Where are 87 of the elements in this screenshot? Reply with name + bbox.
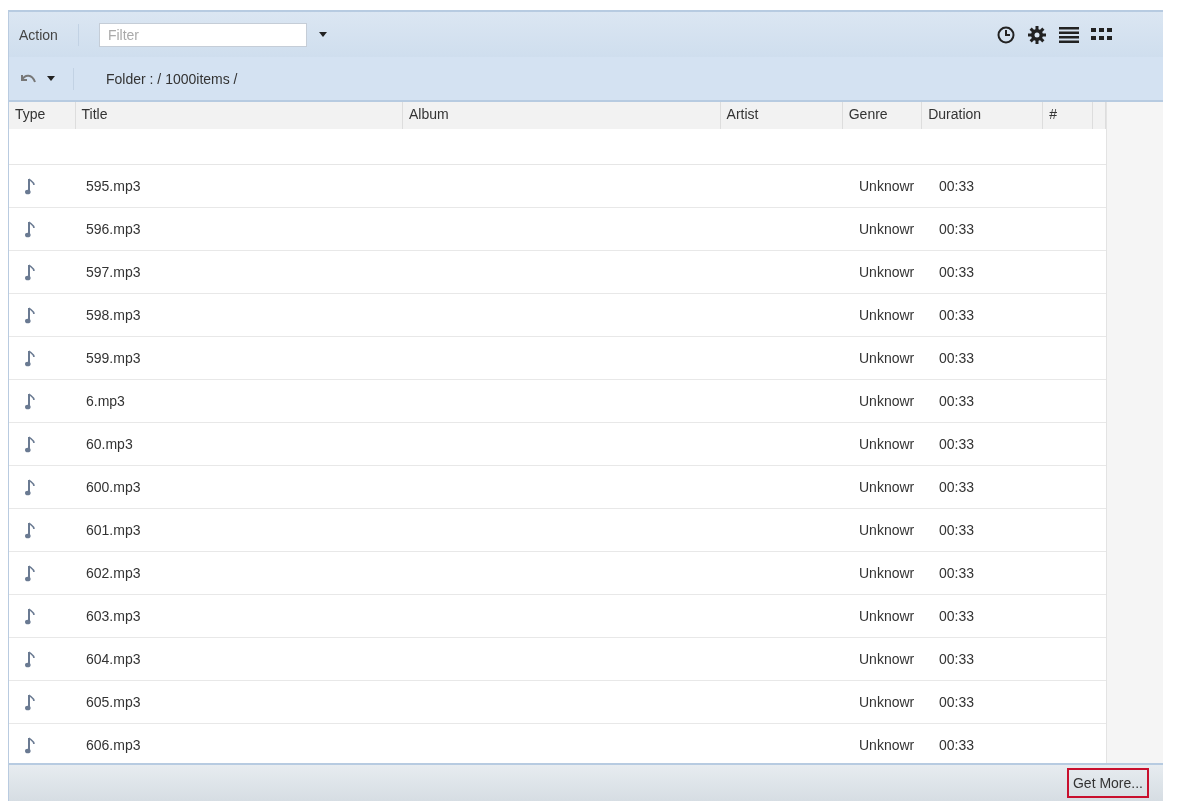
duration-text: 00:33 xyxy=(939,651,975,667)
duration-text: 00:33 xyxy=(939,436,975,452)
title-text: 605.mp3 xyxy=(86,694,141,710)
table-row[interactable]: 602.mp3 Unknowr 00:33 xyxy=(9,552,1106,595)
music-note-icon xyxy=(25,650,35,668)
table-row[interactable]: 597.mp3 Unknowr 00:33 xyxy=(9,251,1106,294)
filter-field[interactable]: Filter xyxy=(98,22,307,47)
title-text: 606.mp3 xyxy=(86,737,141,753)
title-text: 597.mp3 xyxy=(86,264,141,280)
caret-icon[interactable] xyxy=(318,32,327,37)
music-note-icon xyxy=(25,521,35,539)
music-note-icon xyxy=(25,564,35,582)
genre-text: Unknowr xyxy=(859,221,915,237)
table-row[interactable]: 60.mp3 Unknowr 00:33 xyxy=(9,423,1106,466)
grid-view-icon[interactable] xyxy=(1091,27,1113,42)
title-text: 598.mp3 xyxy=(86,307,141,323)
title-text: 604.mp3 xyxy=(86,651,141,667)
duration-text: 00:33 xyxy=(939,479,975,495)
column-header[interactable]: Artist xyxy=(720,102,843,129)
caret-icon[interactable] xyxy=(47,76,55,81)
table-row[interactable]: 600.mp3 Unknowr 00:33 xyxy=(9,466,1106,509)
genre-text: Unknowr xyxy=(859,479,915,495)
title-text: 60.mp3 xyxy=(86,436,133,452)
genre-text: Unknowr xyxy=(859,436,915,452)
genre-text: Unknowr xyxy=(859,522,915,538)
folder-path: Folder : / 1000items / xyxy=(106,70,238,87)
genre-text: Unknowr xyxy=(859,608,915,624)
clock-icon[interactable] xyxy=(997,25,1015,44)
title-text: 602.mp3 xyxy=(86,565,141,581)
duration-text: 00:33 xyxy=(939,350,975,366)
table-row[interactable]: 595.mp3 Unknowr 00:33 xyxy=(9,165,1106,208)
title-text: 596.mp3 xyxy=(86,221,141,237)
action-menu[interactable]: Action xyxy=(19,26,58,43)
duration-text: 00:33 xyxy=(939,178,975,194)
column-header[interactable]: Genre xyxy=(842,102,923,129)
genre-text: Unknowr xyxy=(859,737,915,753)
genre-text: Unknowr xyxy=(859,307,915,323)
music-note-icon xyxy=(25,349,35,367)
music-note-icon xyxy=(25,392,35,410)
title-text: 6.mp3 xyxy=(86,393,125,409)
title-text: 595.mp3 xyxy=(86,178,141,194)
duration-text: 00:33 xyxy=(939,393,975,409)
list-view-icon[interactable] xyxy=(1059,26,1079,43)
column-header[interactable]: Title xyxy=(75,102,404,129)
settings-icon[interactable] xyxy=(1027,24,1047,45)
column-header[interactable]: Duration xyxy=(922,102,1044,129)
duration-text: 00:33 xyxy=(939,264,975,280)
duration-text: 00:33 xyxy=(939,694,975,710)
genre-text: Unknowr xyxy=(859,393,915,409)
genre-text: Unknowr xyxy=(859,350,915,366)
column-header[interactable]: Album xyxy=(403,102,721,129)
music-note-icon xyxy=(25,306,35,324)
title-text: 601.mp3 xyxy=(86,522,141,538)
column-header[interactable]: # xyxy=(1043,102,1093,129)
table-row[interactable]: 605.mp3 Unknowr 00:33 xyxy=(9,681,1106,724)
undo-icon[interactable] xyxy=(19,72,37,85)
genre-text: Unknowr xyxy=(859,565,915,581)
music-note-icon xyxy=(25,478,35,496)
duration-text: 00:33 xyxy=(939,565,975,581)
title-text: 599.mp3 xyxy=(86,350,141,366)
music-note-icon xyxy=(25,177,35,195)
table-row[interactable]: 598.mp3 Unknowr 00:33 xyxy=(9,294,1106,337)
genre-text: Unknowr xyxy=(859,651,915,667)
music-note-icon xyxy=(25,435,35,453)
duration-text: 00:33 xyxy=(939,221,975,237)
duration-text: 00:33 xyxy=(939,737,975,753)
genre-text: Unknowr xyxy=(859,264,915,280)
music-note-icon xyxy=(25,607,35,625)
music-note-icon xyxy=(25,693,35,711)
table-row[interactable]: 604.mp3 Unknowr 00:33 xyxy=(9,638,1106,681)
table-row[interactable]: 6.mp3 Unknowr 00:33 xyxy=(9,380,1106,423)
table-row[interactable]: 601.mp3 Unknowr 00:33 xyxy=(9,509,1106,552)
genre-text: Unknowr xyxy=(859,694,915,710)
duration-text: 00:33 xyxy=(939,608,975,624)
duration-text: 00:33 xyxy=(939,522,975,538)
duration-text: 00:33 xyxy=(939,307,975,323)
table-row[interactable]: 599.mp3 Unknowr 00:33 xyxy=(9,337,1106,380)
column-header[interactable]: Type xyxy=(9,102,76,129)
title-text: 600.mp3 xyxy=(86,479,141,495)
music-note-icon xyxy=(25,263,35,281)
genre-text: Unknowr xyxy=(859,178,915,194)
table-row[interactable]: 596.mp3 Unknowr 00:33 xyxy=(9,208,1106,251)
music-note-icon xyxy=(25,736,35,754)
table-row[interactable]: 603.mp3 Unknowr 00:33 xyxy=(9,595,1106,638)
get-more-button[interactable]: Get More... xyxy=(1066,768,1149,798)
title-text: 603.mp3 xyxy=(86,608,141,624)
music-note-icon xyxy=(25,220,35,238)
